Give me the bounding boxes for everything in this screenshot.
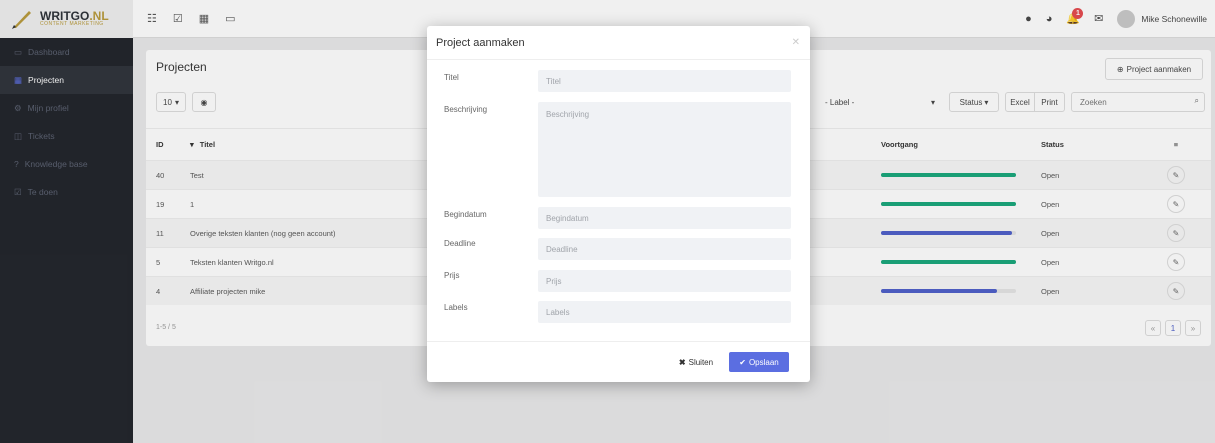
start-date-label: Begindatum [444,210,487,219]
deadline-label: Deadline [444,239,476,248]
close-icon: ✖ [678,357,686,367]
modal-title: Project aanmaken [436,37,525,49]
deadline-input[interactable] [538,238,791,260]
create-project-modal: Project aanmaken ✕ Titel Beschrijving Be… [427,26,810,382]
check-circle-icon: ✔ [739,357,746,367]
title-input[interactable] [538,70,791,92]
close-button[interactable]: ✖ Sluiten [674,352,718,372]
start-date-input[interactable] [538,207,791,229]
title-label: Titel [444,73,459,82]
divider [427,341,810,342]
price-label: Prijs [444,271,460,280]
description-label: Beschrijving [444,105,488,114]
close-icon[interactable]: ✕ [792,37,800,48]
divider [427,59,810,60]
labels-label: Labels [444,303,468,312]
description-textarea[interactable] [538,102,791,197]
price-input[interactable] [538,270,791,292]
save-button[interactable]: ✔ Opslaan [729,352,789,372]
labels-input[interactable] [538,301,791,323]
